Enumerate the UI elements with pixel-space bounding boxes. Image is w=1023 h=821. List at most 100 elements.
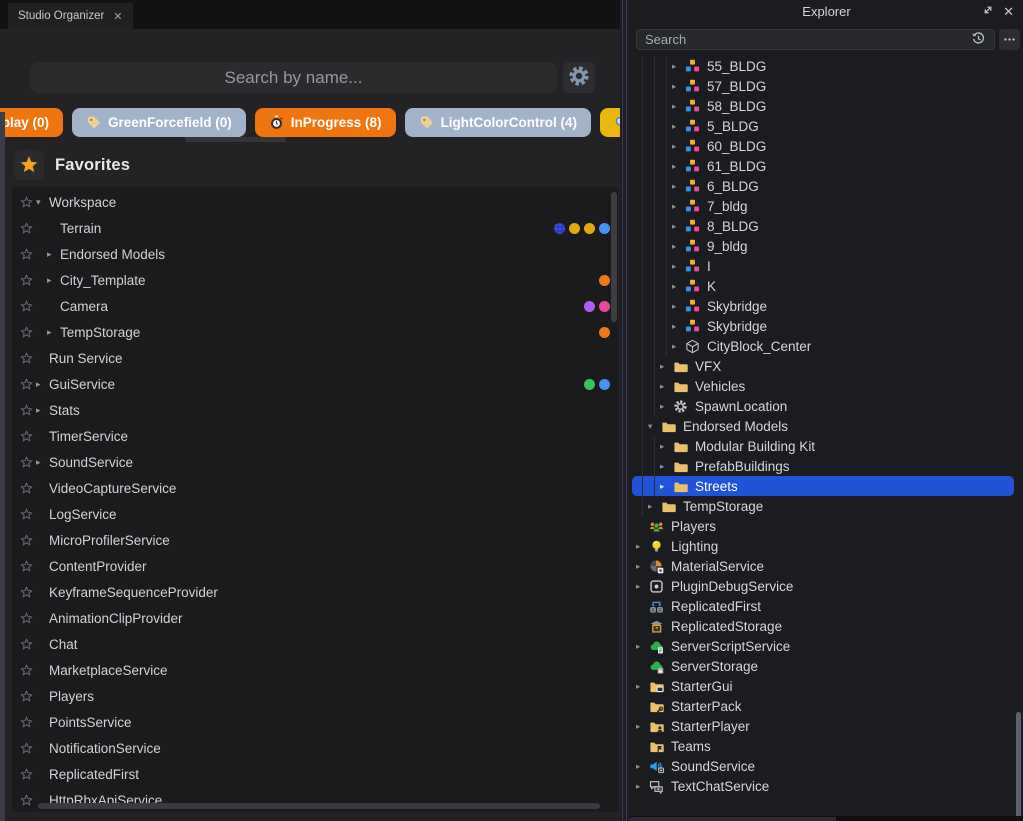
expand-arrow-icon[interactable]: ▸ [672,121,685,132]
expand-arrow-icon[interactable]: ▸ [672,181,685,192]
tag-chip[interactable]: GreenForcefield (0) [72,108,246,137]
favorites-row[interactable]: VideoCaptureService [12,475,618,501]
favorites-row[interactable]: ▸ TempStorage [12,319,618,345]
explorer-vertical-scrollbar[interactable] [1016,712,1021,818]
favorite-star-icon[interactable] [16,663,36,677]
expand-arrow-icon[interactable]: ▸ [672,281,685,292]
undock-icon[interactable] [979,5,993,24]
expand-arrow-icon[interactable]: ▸ [660,361,673,372]
expand-arrow-icon[interactable]: ▸ [636,781,649,792]
favorites-row[interactable]: ▸ Endorsed Models [12,241,618,267]
tag-chip[interactable]: LightColorControl (4) [404,108,592,137]
expand-arrow-icon[interactable]: ▸ [47,275,60,286]
explorer-row[interactable]: ▸ 7_bldg [630,196,1023,216]
favorites-row[interactable]: ▾ Workspace [12,189,618,215]
expand-arrow-icon[interactable]: ▸ [636,581,649,592]
favorite-star-icon[interactable] [16,559,36,573]
explorer-row[interactable]: ▸ I [630,256,1023,276]
expand-arrow-icon[interactable]: ▸ [636,721,649,732]
favorite-star-icon[interactable] [16,715,36,729]
favorites-row[interactable]: ▸ GuiService [12,371,618,397]
expand-arrow-icon[interactable]: ▸ [672,61,685,72]
expand-arrow-icon[interactable]: ▸ [36,405,49,416]
explorer-row[interactable]: ▸ StarterGui [630,676,1023,696]
search-history-icon[interactable] [971,31,986,49]
explorer-row[interactable]: ▸ Lighting [630,536,1023,556]
tag-chip[interactable]: InProgress (8) [254,108,396,137]
favorites-row[interactable]: Chat [12,631,618,657]
tag-row-scrollbar[interactable] [185,137,286,142]
explorer-row[interactable]: ▸ 6_BLDG [630,176,1023,196]
explorer-search-input[interactable]: Search [636,29,995,50]
favorite-star-icon[interactable] [16,741,36,755]
favorites-row[interactable]: ▸ City_Template [12,267,618,293]
favorite-star-icon[interactable] [16,455,36,469]
expand-arrow-icon[interactable]: ▸ [660,381,673,392]
favorite-star-icon[interactable] [16,221,36,235]
explorer-row[interactable]: ▸ K [630,276,1023,296]
explorer-row[interactable]: StarterPack [630,696,1023,716]
favorite-star-icon[interactable] [16,325,36,339]
expand-arrow-icon[interactable]: ▸ [36,379,49,390]
explorer-row[interactable]: ▸ PrefabBuildings [630,456,1023,476]
expand-arrow-icon[interactable]: ▸ [672,101,685,112]
expand-arrow-icon[interactable]: ▸ [660,441,673,452]
favorite-star-icon[interactable] [16,689,36,703]
favorite-star-icon[interactable] [16,273,36,287]
tab-close-icon[interactable]: ✕ [113,10,122,23]
favorite-star-icon[interactable] [16,533,36,547]
explorer-row[interactable]: ▸ ServerScriptService [630,636,1023,656]
explorer-row[interactable]: ▸ TempStorage [630,496,1023,516]
explorer-row[interactable]: ▸ StarterPlayer [630,716,1023,736]
favorites-row[interactable]: LogService [12,501,618,527]
favorites-row[interactable]: AnimationClipProvider [12,605,618,631]
favorites-row[interactable]: Terrain [12,215,618,241]
favorites-row[interactable]: ▸ SoundService [12,449,618,475]
favorites-row[interactable]: ContentProvider [12,553,618,579]
favorite-star-icon[interactable] [16,507,36,521]
explorer-row-selected[interactable]: ▸ Streets [630,476,1023,496]
favorite-star-icon[interactable] [16,585,36,599]
expand-arrow-icon[interactable]: ▾ [648,421,661,432]
expand-arrow-icon[interactable]: ▸ [672,201,685,212]
favorites-row[interactable]: PointsService [12,709,618,735]
expand-arrow-icon[interactable]: ▸ [672,161,685,172]
tag-chip[interactable]: NeedsReview (3) [600,108,620,137]
favorite-star-icon[interactable] [16,481,36,495]
explorer-horizontal-scrollbar[interactable] [630,817,1023,821]
explorer-row[interactable]: ▸ VFX [630,356,1023,376]
explorer-row[interactable]: ▾ Endorsed Models [630,416,1023,436]
favorite-star-icon[interactable] [16,429,36,443]
explorer-row[interactable]: ▸ 60_BLDG [630,136,1023,156]
favorites-row[interactable]: Camera [12,293,618,319]
explorer-row[interactable]: ▸ PluginDebugService [630,576,1023,596]
explorer-row[interactable]: ▸ SpawnLocation [630,396,1023,416]
favorites-row[interactable]: Players [12,683,618,709]
favorites-row[interactable]: TimerService [12,423,618,449]
explorer-row[interactable]: Players [630,516,1023,536]
expand-arrow-icon[interactable]: ▸ [648,501,661,512]
explorer-row[interactable]: ▸ Skybridge [630,296,1023,316]
explorer-row[interactable]: ReplicatedFirst [630,596,1023,616]
favorite-star-icon[interactable] [16,793,36,807]
explorer-row[interactable]: ▸ 55_BLDG [630,56,1023,76]
expand-arrow-icon[interactable]: ▸ [636,761,649,772]
expand-arrow-icon[interactable]: ▸ [660,461,673,472]
expand-arrow-icon[interactable]: ▸ [672,321,685,332]
expand-arrow-icon[interactable]: ▸ [672,261,685,272]
search-input[interactable] [30,62,557,93]
tab-studio-organizer[interactable]: Studio Organizer ✕ [8,3,133,29]
explorer-row[interactable]: ▸ 57_BLDG [630,76,1023,96]
expand-arrow-icon[interactable]: ▸ [660,401,673,412]
favorites-row[interactable]: ▸ Stats [12,397,618,423]
explorer-row[interactable]: ▸ CityBlock_Center [630,336,1023,356]
explorer-row[interactable]: ▸ 61_BLDG [630,156,1023,176]
explorer-row[interactable]: ▸ Vehicles [630,376,1023,396]
expand-arrow-icon[interactable]: ▸ [36,457,49,468]
explorer-row[interactable]: ▸ TextChatService [630,776,1023,796]
explorer-row[interactable]: ▸ 9_bldg [630,236,1023,256]
favorite-star-icon[interactable] [16,299,36,313]
favorites-row[interactable]: ReplicatedFirst [12,761,618,787]
tag-chip[interactable]: meplay (0) [0,108,63,137]
expand-arrow-icon[interactable]: ▾ [36,197,49,208]
